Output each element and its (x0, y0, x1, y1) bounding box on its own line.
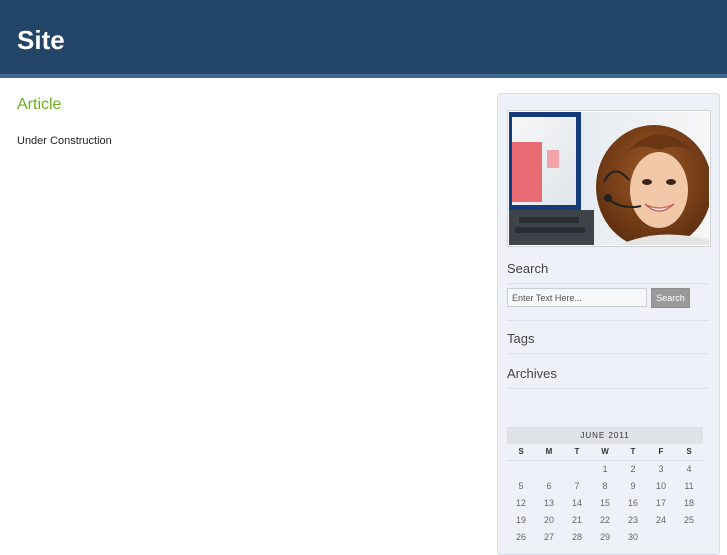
calendar-day: 7 (574, 481, 580, 491)
calendar-day: 16 (627, 498, 638, 508)
calendar-day: 21 (571, 515, 582, 525)
calendar-day: 23 (627, 515, 638, 525)
calendar-day: 13 (543, 498, 554, 508)
calendar-day: 15 (599, 498, 610, 508)
search-widget-title: Search (507, 261, 549, 276)
calendar-week: 19 20 21 22 23 24 25 (507, 512, 703, 529)
calendar-day: 5 (518, 481, 524, 491)
calendar-day (675, 529, 703, 546)
calendar-weekday: M (535, 444, 563, 461)
calendar-week: 12 13 14 15 16 17 18 (507, 495, 703, 512)
article-title[interactable]: Article (17, 95, 61, 115)
calendar-day: 1 (602, 464, 608, 474)
divider (507, 388, 709, 389)
calendar-day: 6 (546, 481, 552, 491)
calendar-day: 27 (543, 532, 554, 542)
calendar-weekday: F (647, 444, 675, 461)
calendar-day: 17 (655, 498, 666, 508)
calendar-week: 1 2 3 4 (507, 461, 703, 478)
calendar-caption: JUNE 2011 (507, 427, 703, 444)
archives-widget-title: Archives (507, 366, 557, 381)
divider (507, 353, 709, 354)
calendar-day (563, 461, 591, 478)
calendar-day: 28 (571, 532, 582, 542)
site-title[interactable]: Site (17, 24, 65, 56)
search-button[interactable]: Search (651, 288, 690, 308)
calendar-day: 14 (571, 498, 582, 508)
support-agent-image (509, 112, 709, 245)
calendar-day (535, 461, 563, 478)
calendar-day: 12 (515, 498, 526, 508)
search-input[interactable] (507, 288, 647, 307)
site-header: Site (0, 0, 727, 78)
article-body: Under Construction (17, 135, 112, 147)
calendar-day: 10 (655, 481, 666, 491)
calendar-day: 2 (630, 464, 636, 474)
calendar-day: 24 (655, 515, 666, 525)
tags-widget-title: Tags (507, 331, 535, 346)
calendar-day: 22 (599, 515, 610, 525)
calendar-day: 11 (684, 481, 694, 491)
calendar-week: 26 27 28 29 30 (507, 529, 703, 546)
calendar-day: 29 (599, 532, 610, 542)
calendar-day: 9 (630, 481, 636, 491)
calendar-weekday: T (563, 444, 591, 461)
calendar-weekday-row: S M T W T F S (507, 444, 703, 461)
calendar-day: 4 (686, 464, 692, 474)
calendar-day: 18 (683, 498, 694, 508)
calendar-weekday: S (507, 444, 535, 461)
sidebar-photo (507, 110, 711, 247)
calendar-weekday: W (591, 444, 619, 461)
calendar-week: 5 6 7 8 9 10 11 (507, 478, 703, 495)
calendar: JUNE 2011 S M T W T F S 1 2 3 4 5 6 7 8 … (507, 427, 703, 546)
calendar-day: 19 (515, 515, 526, 525)
calendar-weekday: T (619, 444, 647, 461)
calendar-day (647, 529, 675, 546)
sidebar: Search Search Tags Archives JUNE 2011 S … (497, 93, 720, 555)
calendar-day: 26 (515, 532, 526, 542)
calendar-day: 20 (543, 515, 554, 525)
calendar-day: 25 (683, 515, 694, 525)
calendar-day: 3 (658, 464, 664, 474)
calendar-weekday: S (675, 444, 703, 461)
calendar-day: 8 (602, 481, 608, 491)
divider (507, 320, 709, 321)
calendar-day: 30 (627, 532, 638, 542)
calendar-day (507, 461, 535, 478)
divider (507, 283, 709, 284)
